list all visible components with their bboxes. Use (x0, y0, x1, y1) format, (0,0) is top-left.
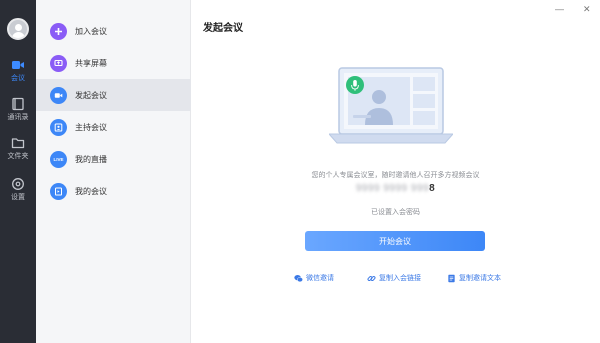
minimize-button[interactable]: — (555, 4, 564, 14)
rail-item-label: 设置 (11, 194, 25, 201)
link-label: 复制入会链接 (379, 275, 421, 282)
room-description: 您的个人专属会议室，随时邀请他人召开多方视频会议 (311, 172, 480, 179)
copy-invite-text[interactable]: 复制邀请文本 (447, 273, 501, 283)
nav-rail: 会议 通讯录 文件夹 设置 (0, 0, 36, 343)
settings-icon (12, 178, 24, 190)
room-id-redacted: 9999 9999 999 (355, 183, 430, 194)
close-button[interactable]: ✕ (583, 4, 591, 14)
folder-icon (11, 138, 25, 149)
menu-item-label: 加入会议 (75, 26, 107, 36)
link-label: 微信邀请 (306, 275, 334, 282)
main-panel: 发起会议 — ✕ 您的个人专属会议室，随时邀请他人召开多方视频会议 9999 9… (191, 0, 600, 343)
menu-item-label: 我的会议 (75, 186, 107, 196)
menu-item-my-meetings[interactable]: 我的会议 (36, 175, 191, 207)
menu-item-share-screen[interactable]: 共享屏幕 (36, 47, 191, 79)
meeting-menu: 加入会议 共享屏幕 发起会议 主持会议 LIVE 我的直播 我的会议 (36, 0, 191, 343)
rail-item-label: 文件夹 (7, 153, 29, 160)
rail-item-meetings[interactable]: 会议 (0, 56, 36, 90)
menu-item-start-meeting[interactable]: 发起会议 (36, 79, 191, 111)
menu-item-label: 我的直播 (75, 154, 107, 164)
avatar[interactable] (7, 18, 29, 40)
copy-invite-link[interactable]: 复制入会链接 (367, 273, 421, 283)
menu-item-host-meeting[interactable]: 主持会议 (36, 111, 191, 143)
rail-item-folder[interactable]: 文件夹 (0, 134, 36, 168)
rail-item-label: 通讯录 (7, 114, 29, 121)
menu-item-label: 发起会议 (75, 90, 107, 100)
document-icon (448, 274, 455, 282)
share-screen-icon (50, 54, 67, 72)
room-id-visible-digit: 8 (429, 183, 436, 194)
video-camera-icon (50, 86, 67, 104)
video-camera-icon (12, 61, 24, 69)
live-icon: LIVE (50, 150, 67, 168)
my-meeting-icon (50, 182, 67, 200)
menu-item-join-meeting[interactable]: 加入会议 (36, 15, 191, 47)
contacts-icon (12, 97, 24, 111)
menu-item-label: 主持会议 (75, 122, 107, 132)
wechat-invite-link[interactable]: 微信邀请 (294, 273, 334, 283)
link-icon (367, 275, 376, 281)
rail-item-label: 会议 (11, 75, 25, 82)
password-status: 已设置入会密码 (371, 209, 420, 216)
meeting-room-id: 9999 9999 9998 (191, 183, 600, 194)
wechat-icon (294, 274, 303, 282)
plus-icon (50, 22, 67, 40)
link-label: 复制邀请文本 (459, 275, 501, 282)
start-meeting-button[interactable]: 开始会议 (305, 231, 485, 251)
menu-item-my-live[interactable]: LIVE 我的直播 (36, 143, 191, 175)
host-icon (50, 118, 67, 136)
rail-item-settings[interactable]: 设置 (0, 175, 36, 209)
meeting-illustration (329, 67, 453, 144)
rail-item-contacts[interactable]: 通讯录 (0, 95, 36, 129)
page-title: 发起会议 (203, 23, 243, 34)
live-badge: LIVE (53, 156, 64, 162)
menu-item-label: 共享屏幕 (75, 58, 107, 68)
